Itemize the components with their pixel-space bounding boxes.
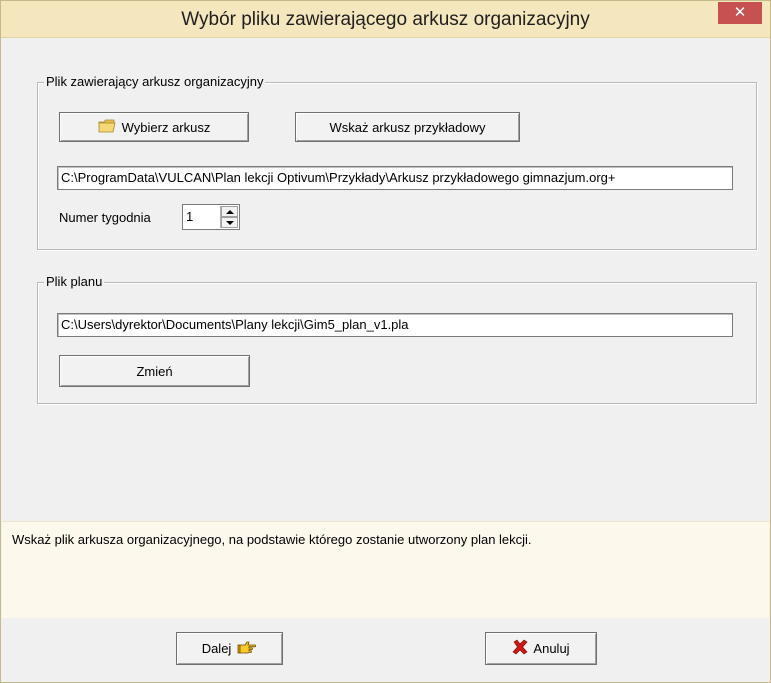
sheet-file-group: Plik zawierający arkusz organizacyjny Wy… [37, 74, 757, 250]
hint-text: Wskaż plik arkusza organizacyjnego, na p… [12, 532, 532, 547]
close-icon: ✕ [733, 4, 747, 21]
spinner-buttons [220, 206, 238, 228]
choose-sheet-button[interactable]: Wybierz arkusz [59, 112, 249, 142]
hint-panel: Wskaż plik arkusza organizacyjnego, na p… [2, 521, 769, 618]
sample-sheet-button[interactable]: Wskaż arkusz przykładowy [295, 112, 520, 142]
sheet-file-group-legend: Plik zawierający arkusz organizacyjny [44, 74, 266, 89]
title-bar[interactable]: Wybór pliku zawierającego arkusz organiz… [1, 1, 770, 38]
choose-sheet-button-label: Wybierz arkusz [121, 119, 211, 135]
week-number-spinner[interactable]: 1 [182, 204, 240, 230]
arrow-down-icon [225, 220, 234, 225]
plan-path-field[interactable]: C:\Users\dyrektor\Documents\Plany lekcji… [57, 313, 733, 337]
folder-icon [98, 119, 116, 136]
sample-sheet-button-label: Wskaż arkusz przykładowy [329, 119, 486, 135]
change-plan-button-label: Zmień [136, 363, 173, 379]
next-button-label: Dalej [201, 641, 232, 656]
spinner-down-button[interactable] [221, 217, 238, 228]
week-number-value: 1 [186, 209, 194, 224]
window-title: Wybór pliku zawierającego arkusz organiz… [181, 9, 590, 30]
pointing-hand-icon [237, 640, 257, 657]
cancel-button-label: Anuluj [533, 641, 570, 656]
next-button[interactable]: Dalej [176, 632, 283, 665]
sheet-path-value: C:\ProgramData\VULCAN\Plan lekcji Optivu… [61, 170, 616, 185]
dialog-window: Wybór pliku zawierającego arkusz organiz… [0, 0, 771, 683]
change-plan-button[interactable]: Zmień [59, 355, 250, 387]
plan-path-value: C:\Users\dyrektor\Documents\Plany lekcji… [61, 317, 409, 332]
spinner-up-button[interactable] [221, 206, 238, 217]
week-number-label: Numer tygodnia [59, 210, 151, 225]
plan-file-group: Plik planu C:\Users\dyrektor\Documents\P… [37, 274, 757, 404]
red-x-icon [512, 639, 528, 658]
sheet-path-field[interactable]: C:\ProgramData\VULCAN\Plan lekcji Optivu… [57, 166, 733, 190]
arrow-up-icon [225, 209, 234, 214]
close-button[interactable]: ✕ [718, 2, 762, 24]
cancel-button[interactable]: Anuluj [485, 632, 597, 665]
plan-file-group-legend: Plik planu [44, 274, 105, 289]
